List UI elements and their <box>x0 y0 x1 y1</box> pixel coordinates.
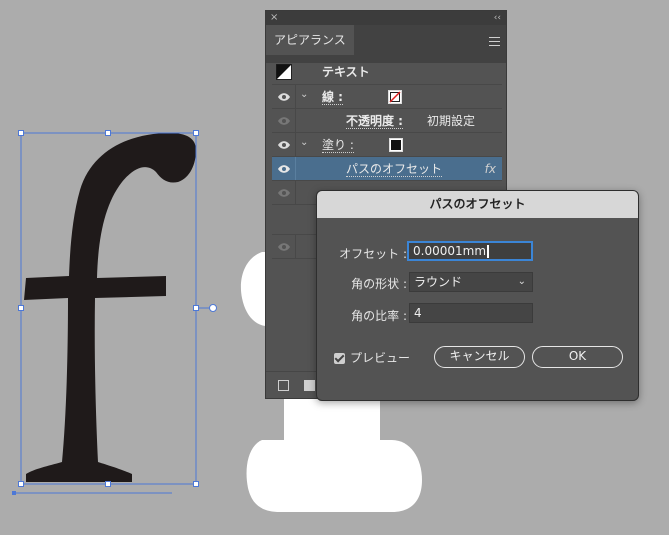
appearance-row-opacity[interactable]: 不透明度 : 初期設定 <box>272 109 502 133</box>
offset-path-dialog: パスのオフセット オフセット : 0.00001mm 角の形状 : ラウンド ⌄… <box>316 190 639 401</box>
appearance-row-text[interactable]: テキスト <box>272 60 502 85</box>
offset-input[interactable]: 0.00001mm <box>407 241 533 261</box>
add-stroke-icon[interactable] <box>278 380 289 391</box>
row-value-opacity: 初期設定 <box>427 114 476 128</box>
visibility-eye-icon[interactable] <box>273 157 296 180</box>
stroke-none-swatch-icon[interactable] <box>388 90 402 104</box>
appearance-row-offset-path[interactable]: パスのオフセット fx <box>272 157 502 181</box>
appearance-row-stroke[interactable]: ⌄ 線 : <box>272 85 502 109</box>
offset-input-value: 0.00001mm <box>413 244 487 258</box>
preview-checkbox[interactable] <box>334 353 345 364</box>
visibility-eye-icon[interactable] <box>273 235 296 258</box>
chevron-down-icon: ⌄ <box>517 276 526 287</box>
row-label-offset-path[interactable]: パスのオフセット <box>346 162 443 177</box>
corner-select[interactable]: ラウンド ⌄ <box>409 272 533 292</box>
cancel-button[interactable]: キャンセル <box>434 346 525 368</box>
glyph-f[interactable] <box>24 133 196 482</box>
tab-appearance[interactable]: アピアランス <box>266 25 354 55</box>
miter-label: 角の比率 : <box>351 309 407 323</box>
corner-select-value: ラウンド <box>414 275 463 289</box>
anchor-point[interactable] <box>12 491 16 495</box>
chevron-down-icon[interactable]: ⌄ <box>300 89 308 100</box>
miter-limit-value: 4 <box>414 306 422 320</box>
ok-button[interactable]: OK <box>532 346 623 368</box>
visibility-eye-icon[interactable] <box>273 181 296 204</box>
row-label-stroke[interactable]: 線 : <box>322 90 343 105</box>
dialog-title: パスのオフセット <box>317 191 638 218</box>
fill-swatch-icon[interactable] <box>389 138 403 152</box>
text-swatch-icon <box>276 64 292 80</box>
panel-title-bar[interactable]: × ‹‹ <box>266 11 506 25</box>
text-caret <box>487 245 490 258</box>
close-icon[interactable]: × <box>270 11 278 25</box>
appearance-row-fill[interactable]: ⌄ 塗り : <box>272 133 502 157</box>
visibility-eye-icon[interactable] <box>273 133 296 156</box>
offset-label: オフセット : <box>339 247 407 261</box>
corner-label: 角の形状 : <box>351 277 407 291</box>
visibility-eye-icon[interactable] <box>273 85 296 108</box>
panel-menu-icon[interactable] <box>489 34 500 49</box>
row-label-text: テキスト <box>322 65 370 79</box>
add-fill-icon[interactable] <box>304 380 315 391</box>
visibility-eye-icon[interactable] <box>273 109 296 132</box>
panel-tab-row: アピアランス <box>266 25 506 63</box>
chevron-down-icon[interactable]: ⌄ <box>300 137 308 148</box>
row-label-fill[interactable]: 塗り : <box>322 138 354 153</box>
miter-limit-input[interactable]: 4 <box>409 303 533 323</box>
fx-icon[interactable]: fx <box>485 157 496 181</box>
preview-label[interactable]: プレビュー <box>350 349 410 366</box>
collapse-icon[interactable]: ‹‹ <box>494 11 501 25</box>
row-label-opacity[interactable]: 不透明度 : <box>346 114 403 129</box>
